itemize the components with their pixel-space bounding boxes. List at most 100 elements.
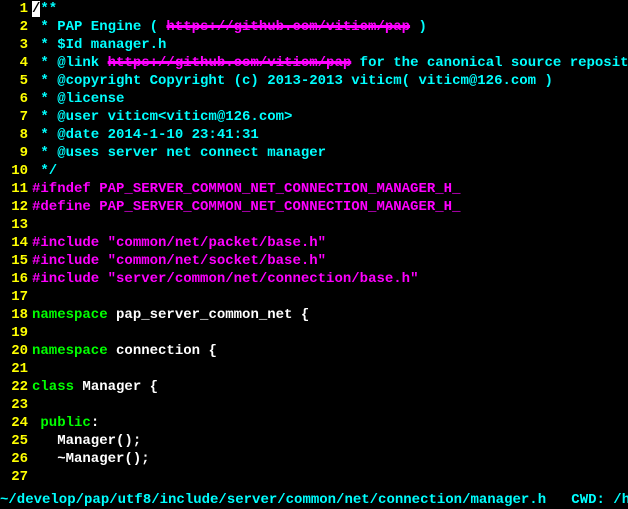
code-token: namespace — [32, 343, 108, 359]
line-content: ~Manager(); — [32, 450, 628, 468]
line-number: 4 — [0, 54, 32, 72]
line-number: 17 — [0, 288, 32, 306]
line-number: 25 — [0, 432, 32, 450]
code-token: Manager { — [74, 379, 158, 395]
line-number: 24 — [0, 414, 32, 432]
code-line[interactable]: 1/** — [0, 0, 628, 18]
code-line[interactable]: 7 * @user viticm<viticm@126.com> — [0, 108, 628, 126]
line-number: 1 — [0, 0, 32, 18]
code-line[interactable]: 19 — [0, 324, 628, 342]
line-number: 9 — [0, 144, 32, 162]
code-line[interactable]: 24 public: — [0, 414, 628, 432]
code-line[interactable]: 8 * @date 2014-1-10 23:41:31 — [0, 126, 628, 144]
code-token: #ifndef PAP_SERVER_COMMON_NET_CONNECTION… — [32, 181, 460, 197]
code-line[interactable]: 3 * $Id manager.h — [0, 36, 628, 54]
code-token: * @date 2014-1-10 23:41:31 — [32, 127, 259, 143]
line-number: 6 — [0, 90, 32, 108]
code-line[interactable]: 26 ~Manager(); — [0, 450, 628, 468]
line-content: #define PAP_SERVER_COMMON_NET_CONNECTION… — [32, 198, 628, 216]
code-token: ) — [410, 19, 427, 35]
code-line[interactable]: 16#include "server/common/net/connection… — [0, 270, 628, 288]
code-token: https://github.com/viticm/pap — [166, 19, 410, 35]
line-number: 27 — [0, 468, 32, 486]
code-line[interactable]: 15#include "common/net/socket/base.h" — [0, 252, 628, 270]
line-number: 8 — [0, 126, 32, 144]
code-editor[interactable]: 1/**2 * PAP Engine ( https://github.com/… — [0, 0, 628, 486]
status-bar: ~/develop/pap/utf8/include/server/common… — [0, 491, 628, 509]
line-content: * PAP Engine ( https://github.com/viticm… — [32, 18, 628, 36]
code-token: * @link — [32, 55, 108, 71]
line-content: public: — [32, 414, 628, 432]
code-token: * @user viticm<viticm@126.com> — [32, 109, 292, 125]
code-token: #include — [32, 235, 108, 251]
line-number: 22 — [0, 378, 32, 396]
code-token: : — [91, 415, 99, 431]
line-content: * @uses server net connect manager — [32, 144, 628, 162]
line-content: * @user viticm<viticm@126.com> — [32, 108, 628, 126]
code-token: #define PAP_SERVER_COMMON_NET_CONNECTION… — [32, 199, 460, 215]
line-content: #include "common/net/packet/base.h" — [32, 234, 628, 252]
line-content: #include "server/common/net/connection/b… — [32, 270, 628, 288]
code-line[interactable]: 2 * PAP Engine ( https://github.com/viti… — [0, 18, 628, 36]
line-number: 16 — [0, 270, 32, 288]
code-token: "server/common/net/connection/base.h" — [108, 271, 419, 287]
code-token: class — [32, 379, 74, 395]
code-line[interactable]: 11#ifndef PAP_SERVER_COMMON_NET_CONNECTI… — [0, 180, 628, 198]
line-number: 3 — [0, 36, 32, 54]
line-number: 12 — [0, 198, 32, 216]
code-token: * @uses server net connect manager — [32, 145, 326, 161]
line-number: 21 — [0, 360, 32, 378]
code-token: "common/net/socket/base.h" — [108, 253, 326, 269]
code-token: * @copyright Copyright (c) 2013-2013 vit… — [32, 73, 553, 89]
code-line[interactable]: 5 * @copyright Copyright (c) 2013-2013 v… — [0, 72, 628, 90]
code-token: Manager(); — [32, 433, 141, 449]
line-number: 23 — [0, 396, 32, 414]
line-content: class Manager { — [32, 378, 628, 396]
line-number: 10 — [0, 162, 32, 180]
line-content: #ifndef PAP_SERVER_COMMON_NET_CONNECTION… — [32, 180, 628, 198]
line-content: Manager(); — [32, 432, 628, 450]
code-line[interactable]: 4 * @link https://github.com/viticm/pap … — [0, 54, 628, 72]
code-line[interactable]: 22class Manager { — [0, 378, 628, 396]
code-token: * $Id manager.h — [32, 37, 166, 53]
line-content: namespace pap_server_common_net { — [32, 306, 628, 324]
code-token: * @license — [32, 91, 124, 107]
code-token: for the canonical source repository — [351, 55, 628, 71]
code-line[interactable]: 20namespace connection { — [0, 342, 628, 360]
code-line[interactable]: 27 — [0, 468, 628, 486]
code-token: ~Manager(); — [32, 451, 150, 467]
code-token: https://github.com/viticm/pap — [108, 55, 352, 71]
code-token: */ — [32, 163, 57, 179]
line-number: 19 — [0, 324, 32, 342]
code-token: * PAP Engine ( — [32, 19, 166, 35]
code-line[interactable]: 17 — [0, 288, 628, 306]
line-content: * @copyright Copyright (c) 2013-2013 vit… — [32, 72, 628, 90]
line-content: */ — [32, 162, 628, 180]
code-token: #include — [32, 271, 108, 287]
code-token: public — [32, 415, 91, 431]
line-content — [32, 468, 628, 486]
code-line[interactable]: 21 — [0, 360, 628, 378]
code-line[interactable]: 13 — [0, 216, 628, 234]
code-line[interactable]: 10 */ — [0, 162, 628, 180]
code-token: #include — [32, 253, 108, 269]
code-line[interactable]: 9 * @uses server net connect manager — [0, 144, 628, 162]
line-number: 14 — [0, 234, 32, 252]
line-content: * @license — [32, 90, 628, 108]
line-content: #include "common/net/socket/base.h" — [32, 252, 628, 270]
code-token: ** — [40, 1, 57, 17]
code-line[interactable]: 6 * @license — [0, 90, 628, 108]
code-line[interactable]: 18namespace pap_server_common_net { — [0, 306, 628, 324]
code-line[interactable]: 25 Manager(); — [0, 432, 628, 450]
code-line[interactable]: 12#define PAP_SERVER_COMMON_NET_CONNECTI… — [0, 198, 628, 216]
code-line[interactable]: 23 — [0, 396, 628, 414]
code-line[interactable]: 14#include "common/net/packet/base.h" — [0, 234, 628, 252]
line-content — [32, 324, 628, 342]
line-content — [32, 360, 628, 378]
line-content: namespace connection { — [32, 342, 628, 360]
line-content: * $Id manager.h — [32, 36, 628, 54]
line-number: 5 — [0, 72, 32, 90]
line-content — [32, 216, 628, 234]
line-content: * @date 2014-1-10 23:41:31 — [32, 126, 628, 144]
line-number: 7 — [0, 108, 32, 126]
